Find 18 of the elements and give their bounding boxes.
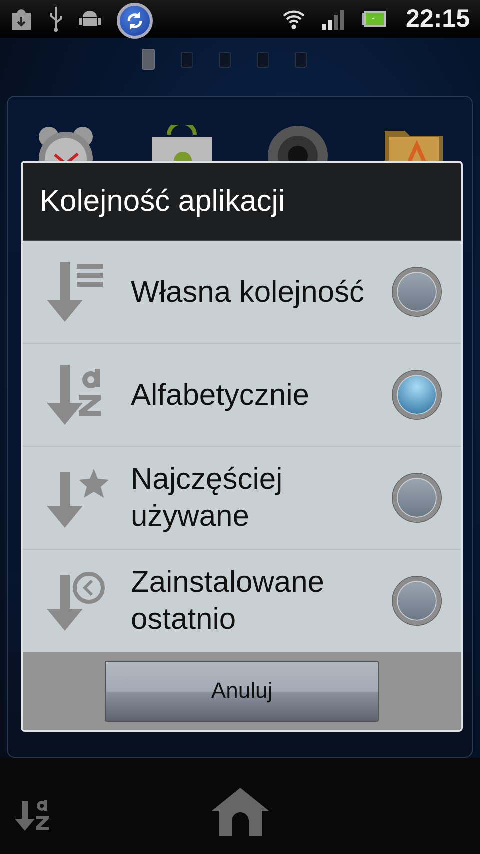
- sync-icon: [117, 3, 153, 39]
- radio-button[interactable]: [393, 371, 441, 419]
- battery-charging-icon: [362, 11, 386, 27]
- clock-time: 22:15: [406, 4, 470, 34]
- radio-button[interactable]: [393, 474, 441, 522]
- usb-icon: [49, 6, 63, 32]
- signal-icon: [322, 8, 346, 30]
- radio-button[interactable]: [393, 577, 441, 625]
- wifi-icon: [282, 8, 306, 30]
- cancel-button[interactable]: Anuluj: [105, 660, 379, 722]
- option-label[interactable]: Alfabetycznie: [131, 376, 371, 414]
- sort-alphabetical-icon[interactable]: [15, 799, 50, 833]
- page-indicator[interactable]: [142, 49, 154, 70]
- dialog-title: Kolejność aplikacji: [23, 163, 461, 241]
- download-icon: [10, 8, 33, 30]
- radio-button[interactable]: [393, 268, 441, 316]
- option-label[interactable]: Własna kolejność: [131, 274, 371, 310]
- home-icon[interactable]: [212, 788, 269, 836]
